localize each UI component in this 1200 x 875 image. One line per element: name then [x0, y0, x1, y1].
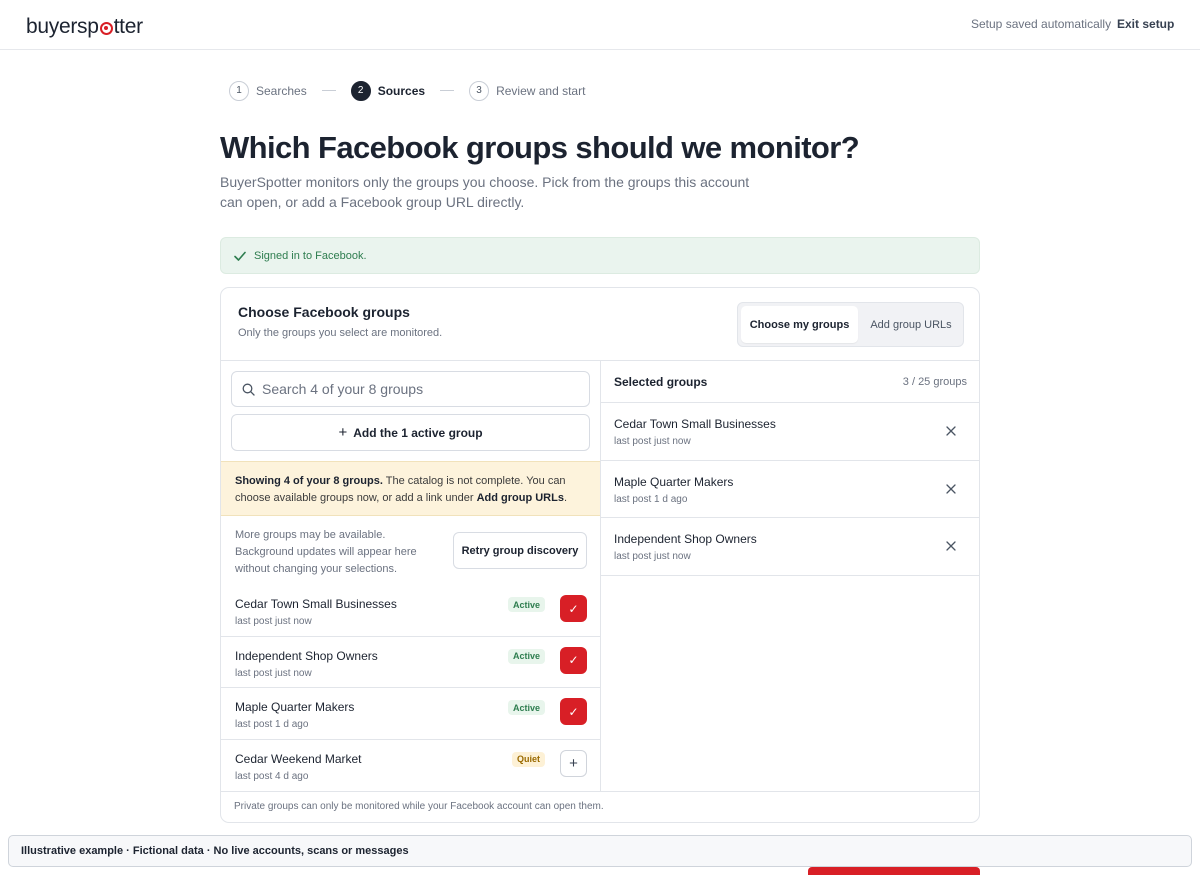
target-icon [99, 21, 113, 35]
group-last-post: last post just now [235, 667, 312, 679]
list-item[interactable]: Cedar Town Small Businesses last post ju… [221, 585, 600, 637]
signed-in-text: Signed in to Facebook. [254, 249, 367, 262]
exit-setup-link[interactable]: Exit setup [1117, 17, 1174, 31]
available-groups-panel: + Add the 1 active group Showing 4 of yo… [221, 361, 601, 791]
status-badge: Active [507, 700, 545, 715]
group-select-toggle[interactable]: ✓ [560, 698, 587, 725]
plus-icon: + [569, 754, 578, 772]
step-searches[interactable]: 1 Searches [229, 80, 307, 101]
selected-groups-count: 3 / 25 groups [902, 376, 967, 388]
add-group-urls-tab[interactable]: Add group URLs [860, 306, 962, 343]
illustrative-notice: Illustrative example · Fictional data · … [8, 835, 1192, 867]
choose-my-groups-tab[interactable]: Choose my groups [741, 306, 858, 343]
step-divider [440, 90, 455, 91]
selected-groups-title: Selected groups [614, 375, 708, 389]
group-name: Independent Shop Owners [614, 532, 757, 546]
group-last-post: last post 1 d ago [614, 493, 688, 505]
group-select-toggle[interactable]: ✓ [560, 595, 587, 622]
close-icon[interactable] [945, 540, 957, 552]
step-number: 3 [469, 80, 490, 101]
step-label: Searches [256, 83, 307, 98]
page-subtitle: BuyerSpotter monitors only the groups yo… [220, 174, 750, 210]
step-number: 2 [350, 80, 371, 101]
group-list: Cedar Town Small Businesses last post ju… [221, 585, 600, 791]
list-item[interactable]: Maple Quarter Makers last post 1 d ago A… [221, 688, 600, 740]
list-item: Cedar Town Small Businesses last post ju… [601, 403, 979, 461]
plus-icon: + [338, 424, 348, 441]
group-picker-card: Choose Facebook groups Only the groups y… [220, 287, 980, 823]
group-last-post: last post just now [614, 436, 691, 447]
list-item[interactable]: Independent Shop Owners last post just n… [221, 637, 600, 688]
step-divider [321, 90, 336, 91]
check-icon [234, 251, 246, 261]
warning-end: . [563, 492, 568, 504]
group-last-post: last post 1 d ago [235, 719, 309, 730]
save-status: Setup saved automatically [971, 17, 1112, 31]
card-header: Choose Facebook groups Only the groups y… [221, 288, 979, 361]
status-badge: Active [507, 597, 545, 612]
group-name: Maple Quarter Makers [235, 700, 355, 714]
group-name: Cedar Weekend Market [235, 751, 362, 766]
group-last-post: last post just now [235, 616, 312, 627]
add-active-groups-button[interactable]: + Add the 1 active group [231, 414, 590, 451]
check-icon: ✓ [568, 653, 579, 667]
card-title: Choose Facebook groups [238, 304, 410, 320]
group-add-toggle[interactable]: + [560, 749, 587, 777]
search-icon [242, 383, 255, 396]
step-label: Review and start [496, 83, 586, 98]
step-review[interactable]: 3 Review and start [469, 80, 586, 101]
primary-action-button[interactable] [808, 867, 980, 875]
private-groups-note: Private groups can only be monitored whi… [221, 791, 979, 822]
logo[interactable]: buyersp tter [26, 15, 143, 39]
setup-stepper: 1 Searches 2 Sources 3 Review and start [229, 80, 585, 101]
list-item: Maple Quarter Makers last post 1 d ago [601, 461, 979, 518]
list-item: Independent Shop Owners last post just n… [601, 518, 979, 576]
page-title: Which Facebook groups should we monitor? [220, 130, 860, 165]
close-icon[interactable] [945, 483, 957, 495]
list-item[interactable]: Cedar Weekend Market last post 4 d ago Q… [221, 740, 600, 792]
group-search [231, 371, 590, 407]
source-mode-toggle: Choose my groups Add group URLs [737, 302, 964, 347]
step-label: Sources [377, 83, 426, 98]
more-groups-note: More groups may be available. Background… [235, 529, 417, 575]
step-number: 1 [229, 80, 249, 101]
add-group-urls-link[interactable]: Add group URLs [477, 492, 564, 504]
top-bar: buyersp tter Setup saved automatically Ex… [0, 0, 1200, 50]
search-input[interactable] [262, 372, 582, 406]
selected-group-list: Cedar Town Small Businesses last post ju… [601, 403, 979, 576]
group-last-post: last post just now [614, 551, 691, 562]
step-sources[interactable]: 2 Sources [350, 80, 426, 101]
group-name: Maple Quarter Makers [614, 474, 734, 489]
button-label: Add the 1 active group [353, 425, 483, 440]
card-subtitle: Only the groups you select are monitored… [238, 327, 443, 339]
catalog-incomplete-warning: Showing 4 of your 8 groups. The catalog … [221, 461, 600, 516]
retry-discovery-button[interactable]: Retry group discovery [453, 532, 587, 569]
check-icon: ✓ [568, 704, 579, 719]
selected-groups-panel: Selected groups 3 / 25 groups Cedar Town… [601, 361, 979, 791]
group-last-post: last post 4 d ago [235, 770, 309, 782]
group-name: Cedar Town Small Businesses [235, 597, 397, 611]
group-name: Independent Shop Owners [235, 648, 378, 663]
group-select-toggle[interactable]: ✓ [560, 646, 587, 674]
check-icon: ✓ [568, 601, 579, 616]
status-badge: Active [507, 648, 545, 664]
close-icon[interactable] [945, 425, 957, 437]
logo-text-end: tter [113, 15, 143, 38]
logo-text-start: buyersp [26, 15, 99, 38]
signed-in-banner: Signed in to Facebook. [220, 237, 980, 274]
warning-heading: Showing 4 of your 8 groups. [235, 475, 383, 487]
selected-groups-header: Selected groups 3 / 25 groups [601, 361, 979, 403]
status-badge: Quiet [511, 751, 545, 767]
group-name: Cedar Town Small Businesses [614, 417, 776, 431]
